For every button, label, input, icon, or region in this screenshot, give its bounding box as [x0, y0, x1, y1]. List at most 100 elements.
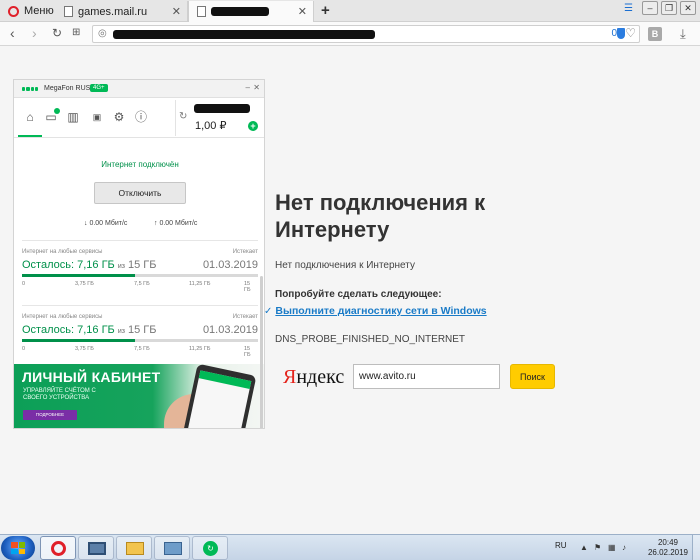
page-icon: [64, 6, 73, 17]
quota-progress-bar: [22, 339, 258, 342]
close-icon[interactable]: ✕: [172, 5, 181, 18]
diagnostic-suggestion: ✓ Выполните диагностику сети в Windows: [264, 305, 487, 317]
network-tray-icon[interactable]: ▦: [608, 543, 616, 552]
heart-icon[interactable]: ♡: [625, 26, 636, 40]
taskbar-megafon[interactable]: ↻: [192, 536, 228, 560]
speed-dial-icon[interactable]: ⊞: [72, 27, 80, 38]
yandex-logo: Яндекс: [283, 366, 345, 388]
balance-value: 1,00 ₽: [195, 120, 227, 132]
opera-menu-button[interactable]: Меню: [2, 2, 60, 20]
quota-tick-label: 0: [22, 346, 26, 352]
signal-icon: [22, 87, 38, 91]
tab-games-mail[interactable]: games.mail.ru ✕: [56, 1, 188, 22]
personal-account-banner[interactable]: ЛИЧНЫЙ КАБИНЕТ УПРАВЛЯЙТЕ СЧЁТОМ С СВОЕГ…: [14, 364, 264, 428]
quota-progress-fill: [22, 274, 136, 277]
quota-tick-label: 3,75 ГБ: [75, 346, 94, 352]
system-clock[interactable]: 20:49 26.02.2019: [648, 538, 688, 558]
folder-icon: [126, 542, 144, 555]
language-indicator[interactable]: RU: [555, 541, 567, 550]
quota-tick-label: 7,5 ГБ: [134, 281, 150, 287]
minimize-button[interactable]: –: [642, 1, 658, 15]
error-subtitle: Нет подключения к Интернету: [275, 260, 415, 271]
quota-tick-label: 7,5 ГБ: [134, 346, 150, 352]
megafon-modem-window: MegaFon RUS 4G+ – ✕ ⌂ ▭ ▥ ▣ ⚙ ⓘ ↻ 1,00 ₽…: [13, 79, 265, 429]
download-icon[interactable]: ⤓: [680, 26, 686, 42]
yandex-search-button[interactable]: Поиск: [510, 364, 555, 389]
info-icon[interactable]: ⓘ: [134, 110, 148, 124]
disconnect-button[interactable]: Отключить: [94, 182, 186, 204]
settings-icon[interactable]: ⚙: [112, 110, 126, 124]
banner-subtitle: УПРАВЛЯЙТЕ СЧЁТОМ С СВОЕГО УСТРОЙСТВА: [23, 388, 96, 401]
back-icon[interactable]: ‹: [10, 25, 15, 41]
quota-tick-label: 15 ГБ: [244, 281, 251, 293]
opera-logo-icon: [8, 5, 19, 17]
page-icon: [197, 6, 206, 17]
address-bar-row: ‹ › ↻ ⊞ ◎ 0 ♡: [0, 22, 700, 46]
quota-block: Интернет на любые сервисы Истекает Осталос…: [22, 305, 258, 373]
show-desktop-button[interactable]: [692, 535, 700, 560]
new-tab-button[interactable]: +: [321, 2, 330, 19]
suggestions-heading: Попробуйте сделать следующее:: [275, 289, 442, 300]
taskbar-opera[interactable]: [40, 536, 76, 560]
tray-arrow-icon[interactable]: ▲: [580, 543, 588, 552]
quota-expires-label: Истекает: [232, 314, 258, 320]
flag-icon[interactable]: ⚑: [594, 543, 601, 552]
windows-logo-icon: [11, 542, 25, 554]
notification-dot: [54, 108, 60, 114]
url-field[interactable]: ◎ 0 ♡: [92, 25, 640, 43]
window-controls: ☰ – ❐ ✕: [624, 1, 696, 15]
quota-tick-label: 11,25 ГБ: [189, 281, 211, 287]
tab-active[interactable]: ✕: [188, 1, 314, 22]
error-code: DNS_PROBE_FINISHED_NO_INTERNET: [275, 334, 466, 345]
home-icon[interactable]: ⌂: [23, 110, 37, 124]
tab-menu-icon[interactable]: ☰: [624, 3, 633, 14]
apn-icon[interactable]: ▣: [90, 110, 104, 124]
volume-icon[interactable]: ♪: [622, 543, 626, 552]
vk-button[interactable]: В: [648, 27, 662, 41]
yandex-search-input[interactable]: [353, 364, 500, 389]
banner-more-button[interactable]: ПОДРОБНЕЕ: [23, 410, 77, 420]
start-button[interactable]: [1, 536, 35, 560]
operator-name: MegaFon RUS: [44, 85, 91, 92]
active-tab-indicator: [18, 135, 42, 137]
refresh-icon[interactable]: ↻: [179, 111, 187, 122]
quota-tick-label: 11,25 ГБ: [189, 346, 211, 352]
shield-icon[interactable]: [617, 28, 625, 39]
redacted-tab-title: [211, 7, 269, 16]
page-content: MegaFon RUS 4G+ – ✕ ⌂ ▭ ▥ ▣ ⚙ ⓘ ↻ 1,00 ₽…: [0, 47, 700, 534]
maximize-button[interactable]: ❐: [661, 1, 677, 15]
download-speed: ↓ 0.00 Мбит/с: [84, 220, 128, 227]
connection-status: Интернет подключён: [101, 160, 179, 169]
close-icon[interactable]: ✕: [253, 83, 260, 92]
redacted-phone-number: [194, 104, 250, 113]
globe-icon: ◎: [98, 28, 107, 39]
close-icon[interactable]: ✕: [298, 5, 307, 18]
quota-tick-label: 15 ГБ: [244, 346, 251, 358]
quota-label: Интернет на любые сервисы: [22, 249, 103, 255]
windows-taskbar: ↻ RU ▲ ⚑ ▦ ♪ 20:49 26.02.2019: [0, 534, 700, 560]
network-badge: 4G+: [90, 84, 108, 92]
widget-scrollbar[interactable]: [260, 276, 263, 428]
widget-titlebar: MegaFon RUS 4G+ – ✕: [14, 80, 264, 98]
clock-date: 26.02.2019: [647, 548, 688, 557]
forward-icon[interactable]: ›: [32, 25, 37, 41]
top-up-button[interactable]: +: [248, 121, 258, 131]
taskbar-computer[interactable]: [78, 536, 114, 560]
computer-icon: [88, 542, 106, 555]
widget-toolbar: ⌂ ▭ ▥ ▣ ⚙ ⓘ ↻ 1,00 ₽ +: [14, 98, 264, 138]
statistics-icon[interactable]: ▥: [66, 110, 80, 124]
megafon-icon: ↻: [203, 541, 218, 556]
quota-remaining: Осталось: 7,16 ГБ из 15 ГБ: [22, 259, 157, 271]
quota-label: Интернет на любые сервисы: [22, 314, 103, 320]
tab-bar: Меню games.mail.ru ✕ ✕ + ☰ – ❐ ✕: [0, 0, 700, 22]
reload-icon[interactable]: ↻: [52, 26, 62, 40]
upload-speed: ↑ 0.00 Мбит/с: [154, 220, 198, 227]
taskbar-explorer[interactable]: [116, 536, 152, 560]
phone-image: [181, 364, 257, 428]
minimize-icon[interactable]: –: [246, 83, 250, 92]
window-close-button[interactable]: ✕: [680, 1, 696, 15]
taskbar-network[interactable]: [154, 536, 190, 560]
run-diagnostics-link[interactable]: Выполните диагностику сети в Windows: [275, 305, 486, 317]
quota-progress-fill: [22, 339, 136, 342]
quota-tick-label: 3,75 ГБ: [75, 281, 94, 287]
